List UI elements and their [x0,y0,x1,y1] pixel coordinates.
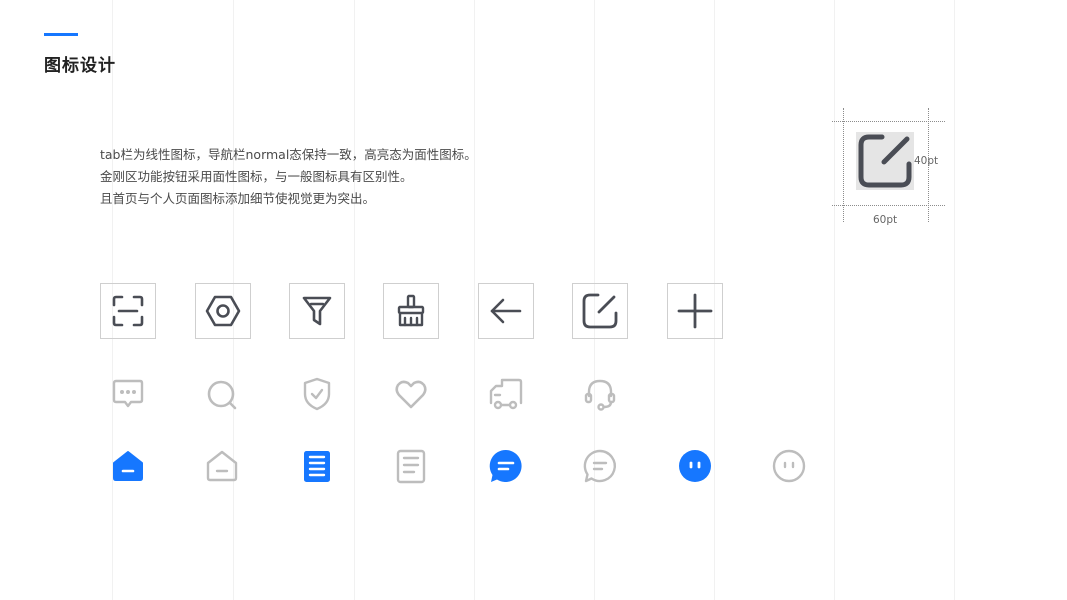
scan-icon[interactable] [100,283,156,339]
search-icon[interactable] [202,374,242,414]
edit-icon [856,132,914,190]
chat-icon[interactable] [580,446,620,486]
brush-icon[interactable] [383,283,439,339]
home-icon-active[interactable] [108,446,148,486]
truck-icon[interactable] [486,374,526,414]
description-line-3: 且首页与个人页面图标添加细节使视觉更为突出。 [100,191,376,206]
clipboard-icon-active[interactable] [297,446,337,486]
chat-icon-active[interactable] [486,446,526,486]
description-line-1: tab栏为线性图标，导航栏normal态保持一致，高亮态为面性图标。 [100,147,477,162]
profile-icon[interactable] [769,446,809,486]
description-line-2: 金刚区功能按钮采用面性图标，与一般图标具有区别性。 [100,169,413,184]
headset-icon[interactable] [580,374,620,414]
home-icon[interactable] [202,446,242,486]
description: tab栏为线性图标，导航栏normal态保持一致，高亮态为面性图标。 金刚区功能… [100,144,477,210]
plus-icon[interactable] [667,283,723,339]
settings-icon[interactable] [195,283,251,339]
guide-line [832,121,945,122]
edit-icon[interactable] [572,283,628,339]
width-label: 60pt [873,214,898,226]
clipboard-icon[interactable] [391,446,431,486]
height-label: 40pt [914,155,939,167]
heart-icon[interactable] [391,374,431,414]
arrow-left-icon[interactable] [478,283,534,339]
message-icon[interactable] [108,374,148,414]
title-accent-bar [44,33,78,36]
filter-icon[interactable] [289,283,345,339]
page-title: 图标设计 [44,56,116,76]
shield-icon[interactable] [297,374,337,414]
guide-line [832,205,945,206]
profile-icon-active[interactable] [675,446,715,486]
icon-size-spec: 40pt 60pt [832,108,947,226]
